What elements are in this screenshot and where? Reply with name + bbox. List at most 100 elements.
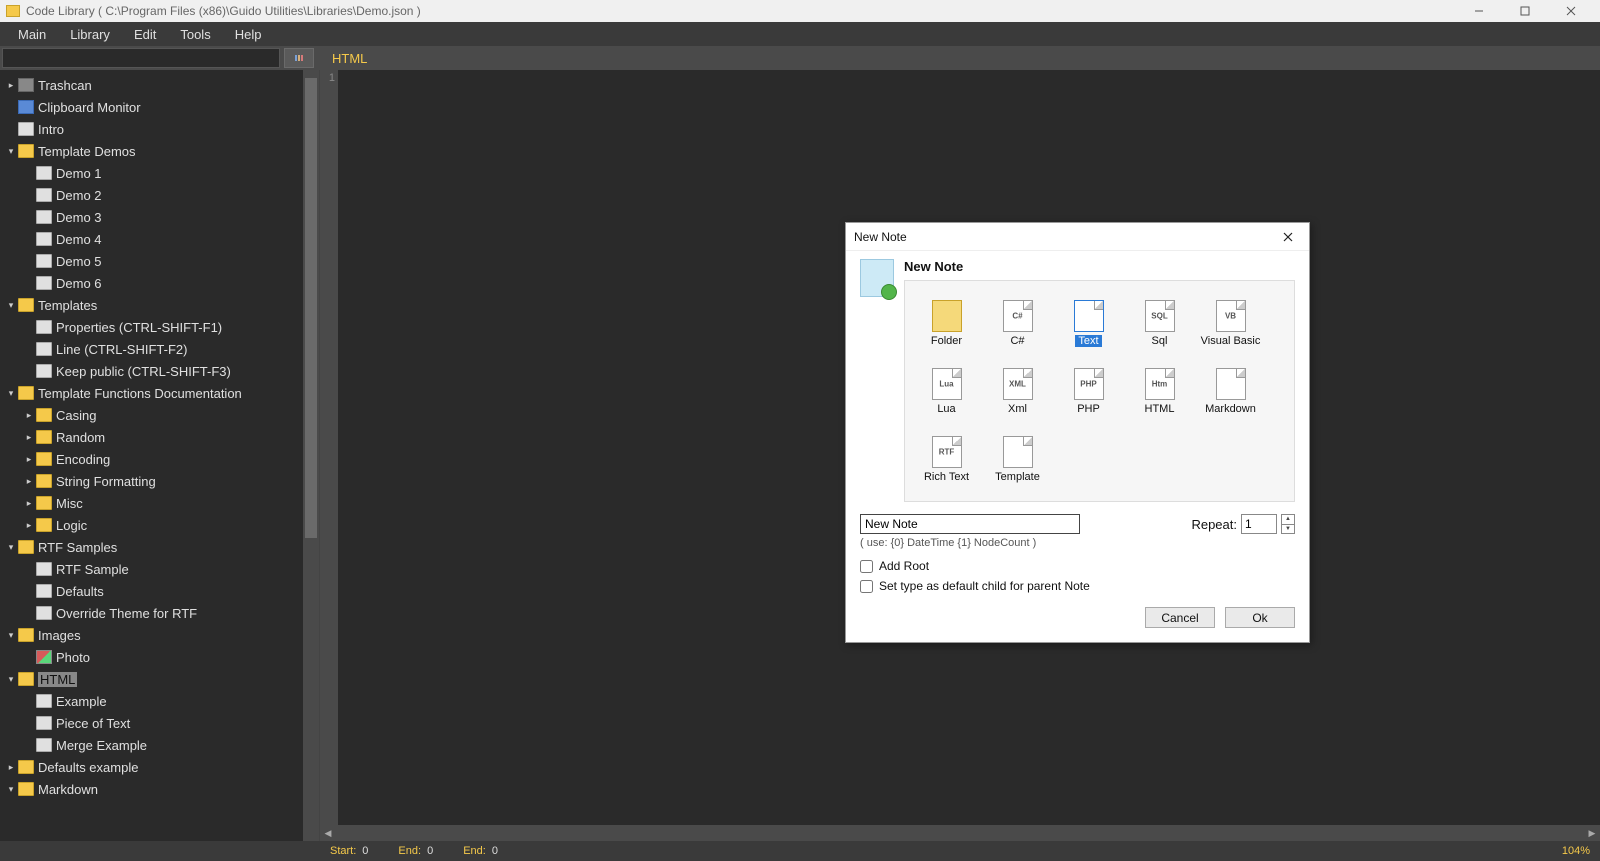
tree-item[interactable]: ▸Random xyxy=(2,426,301,448)
note-type-item[interactable]: VBVisual Basic xyxy=(1195,289,1266,357)
tree-item[interactable]: Photo xyxy=(2,646,301,668)
tree-item[interactable]: Demo 5 xyxy=(2,250,301,272)
tree-item[interactable]: Override Theme for RTF xyxy=(2,602,301,624)
tree-item[interactable]: ▸String Formatting xyxy=(2,470,301,492)
main-area: ▸TrashcanClipboard MonitorIntro▾Template… xyxy=(0,70,1600,841)
note-name-input[interactable] xyxy=(860,514,1080,534)
tree-item[interactable]: Example xyxy=(2,690,301,712)
tree-expander-icon[interactable]: ▾ xyxy=(6,630,16,640)
menu-tools[interactable]: Tools xyxy=(168,24,222,45)
note-type-item[interactable]: XMLXml xyxy=(982,357,1053,425)
tree-item[interactable]: ▸Logic xyxy=(2,514,301,536)
note-type-icon: VB xyxy=(1216,300,1246,332)
tree-expander-icon[interactable]: ▾ xyxy=(6,300,16,310)
tree-item[interactable]: Defaults xyxy=(2,580,301,602)
tree-item[interactable]: ▸Defaults example xyxy=(2,756,301,778)
note-type-item[interactable]: RTFRich Text xyxy=(911,425,982,493)
tree-expander-icon[interactable]: ▸ xyxy=(6,762,16,772)
file-icon xyxy=(36,320,52,334)
default-child-checkbox[interactable] xyxy=(860,580,873,593)
tree-expander-icon[interactable]: ▸ xyxy=(6,80,16,90)
repeat-label: Repeat: xyxy=(1191,517,1237,532)
tree-expander-spacer xyxy=(24,586,34,596)
tree-expander-icon[interactable]: ▾ xyxy=(6,146,16,156)
tree-item[interactable]: ▾RTF Samples xyxy=(2,536,301,558)
note-type-item[interactable]: HtmHTML xyxy=(1124,357,1195,425)
zoom-level[interactable]: 104% xyxy=(1562,845,1590,857)
scrollbar-thumb[interactable] xyxy=(305,78,317,538)
tree-expander-icon[interactable]: ▾ xyxy=(6,674,16,684)
tree[interactable]: ▸TrashcanClipboard MonitorIntro▾Template… xyxy=(0,70,303,841)
tree-item[interactable]: ▸Casing xyxy=(2,404,301,426)
search-input[interactable] xyxy=(2,48,280,68)
editor[interactable]: 1 ◀ ▶ New Note New Note xyxy=(320,70,1600,841)
tree-item[interactable]: Demo 3 xyxy=(2,206,301,228)
tree-item[interactable]: Piece of Text xyxy=(2,712,301,734)
cancel-button[interactable]: Cancel xyxy=(1145,607,1215,628)
tree-scrollbar[interactable] xyxy=(303,70,319,841)
tree-item[interactable]: Line (CTRL-SHIFT-F2) xyxy=(2,338,301,360)
file-icon xyxy=(36,188,52,202)
repeat-spinner[interactable]: ▲▼ xyxy=(1281,514,1295,534)
note-type-item[interactable]: Template xyxy=(982,425,1053,493)
close-window-button[interactable] xyxy=(1548,0,1594,22)
tree-item[interactable]: ▾Template Demos xyxy=(2,140,301,162)
tree-item[interactable]: ▸Misc xyxy=(2,492,301,514)
tree-expander-icon[interactable]: ▸ xyxy=(24,432,34,442)
repeat-input[interactable] xyxy=(1241,514,1277,534)
tree-item[interactable]: Intro xyxy=(2,118,301,140)
filter-button[interactable] xyxy=(284,48,314,68)
tree-item[interactable]: ▾ Images xyxy=(2,624,301,646)
menu-edit[interactable]: Edit xyxy=(122,24,168,45)
minimize-button[interactable] xyxy=(1456,0,1502,22)
add-root-checkbox[interactable] xyxy=(860,560,873,573)
folder-icon xyxy=(18,628,34,642)
note-type-item[interactable]: Text xyxy=(1053,289,1124,357)
tree-item[interactable]: Keep public (CTRL-SHIFT-F3) xyxy=(2,360,301,382)
tree-expander-spacer xyxy=(24,278,34,288)
tree-item[interactable]: ▾Templates xyxy=(2,294,301,316)
clip-icon xyxy=(18,100,34,114)
ok-button[interactable]: Ok xyxy=(1225,607,1295,628)
tree-item[interactable]: Clipboard Monitor xyxy=(2,96,301,118)
tree-item[interactable]: ▾ Template Functions Documentation xyxy=(2,382,301,404)
tree-item[interactable]: Merge Example xyxy=(2,734,301,756)
note-type-item[interactable]: Folder xyxy=(911,289,982,357)
tree-expander-icon[interactable]: ▾ xyxy=(6,388,16,398)
note-type-item[interactable]: Markdown xyxy=(1195,357,1266,425)
folder-icon xyxy=(36,408,52,422)
tree-item[interactable]: Demo 4 xyxy=(2,228,301,250)
menu-main[interactable]: Main xyxy=(6,24,58,45)
menu-library[interactable]: Library xyxy=(58,24,122,45)
tree-item[interactable]: Properties (CTRL-SHIFT-F1) xyxy=(2,316,301,338)
tree-item[interactable]: ▾HTML xyxy=(2,668,301,690)
tree-expander-icon[interactable]: ▾ xyxy=(6,542,16,552)
tree-item[interactable]: Demo 1 xyxy=(2,162,301,184)
tree-item[interactable]: ▸Trashcan xyxy=(2,74,301,96)
maximize-button[interactable] xyxy=(1502,0,1548,22)
editor-tab[interactable]: HTML xyxy=(322,48,377,69)
note-type-item[interactable]: SQLSql xyxy=(1124,289,1195,357)
tree-item[interactable]: ▾Markdown xyxy=(2,778,301,800)
menu-help[interactable]: Help xyxy=(223,24,274,45)
file-icon xyxy=(36,342,52,356)
tree-item[interactable]: Demo 6 xyxy=(2,272,301,294)
spin-down-icon[interactable]: ▼ xyxy=(1282,525,1294,534)
tree-item[interactable]: Demo 2 xyxy=(2,184,301,206)
tree-item-label: Template Functions Documentation xyxy=(38,386,242,401)
tree-expander-icon[interactable]: ▸ xyxy=(24,410,34,420)
note-type-icon xyxy=(1003,436,1033,468)
note-type-item[interactable]: PHPPHP xyxy=(1053,357,1124,425)
tree-item[interactable]: RTF Sample xyxy=(2,558,301,580)
note-type-item[interactable]: LuaLua xyxy=(911,357,982,425)
tree-expander-icon[interactable]: ▸ xyxy=(24,476,34,486)
spin-up-icon[interactable]: ▲ xyxy=(1282,515,1294,525)
note-type-item[interactable]: C#C# xyxy=(982,289,1053,357)
dialog-close-button[interactable] xyxy=(1275,224,1301,250)
tree-item[interactable]: ▸Encoding xyxy=(2,448,301,470)
tree-expander-icon[interactable]: ▾ xyxy=(6,784,16,794)
tree-expander-icon[interactable]: ▸ xyxy=(24,520,34,530)
tree-item-label: Images xyxy=(38,628,81,643)
tree-expander-icon[interactable]: ▸ xyxy=(24,498,34,508)
tree-expander-icon[interactable]: ▸ xyxy=(24,454,34,464)
